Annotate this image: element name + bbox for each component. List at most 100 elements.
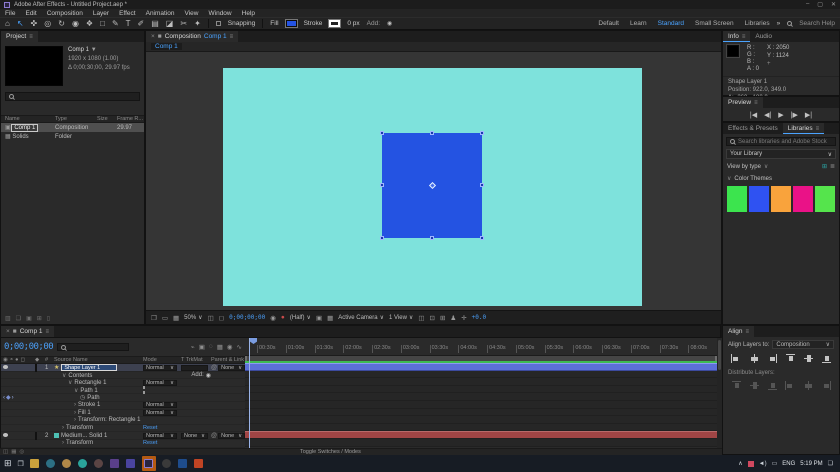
- selection-handle[interactable]: [480, 236, 484, 240]
- project-comp-name[interactable]: Comp 1: [68, 47, 89, 53]
- add-property-button-icon[interactable]: ◉: [206, 372, 211, 379]
- stroke-label[interactable]: Stroke: [304, 20, 323, 27]
- reset-link[interactable]: Reset: [143, 440, 181, 446]
- graph-editor-icon[interactable]: ∿: [237, 343, 242, 351]
- twirl-down-icon[interactable]: ∨: [62, 373, 66, 379]
- property-group-contents[interactable]: ∨Contents Add:◉: [1, 372, 245, 380]
- property-group-fill-1[interactable]: ›Fill 1 Normal∨: [1, 410, 245, 418]
- panel-menu-icon[interactable]: ≡: [230, 34, 234, 40]
- workspace-default[interactable]: Default: [598, 20, 619, 27]
- tab-audio[interactable]: Audio: [750, 31, 777, 42]
- selection-tool-icon[interactable]: ↖: [17, 20, 24, 28]
- clock[interactable]: 5:19 PM: [800, 461, 822, 467]
- zoom-tool-icon[interactable]: ◎: [44, 20, 51, 28]
- align-vertical-center-button[interactable]: [803, 354, 813, 363]
- type-tool-icon[interactable]: T: [126, 20, 131, 28]
- workspace-overflow-icon[interactable]: »: [777, 20, 781, 27]
- parent-dropdown[interactable]: None∨: [218, 365, 245, 371]
- language-indicator[interactable]: ENG: [782, 461, 795, 467]
- twirl-right-icon[interactable]: ›: [74, 417, 76, 423]
- distribute-left-button[interactable]: [785, 381, 795, 390]
- blend-mode-dropdown[interactable]: Normal∨: [143, 402, 177, 408]
- camera-dropdown[interactable]: Active Camera∨: [338, 314, 384, 321]
- menu-layer[interactable]: Layer: [93, 10, 109, 17]
- tab-effects-presets[interactable]: Effects & Presets: [723, 123, 783, 134]
- viewer-timecode[interactable]: 0;00;00;00: [229, 314, 265, 321]
- selection-handle[interactable]: [480, 183, 484, 187]
- close-tab-icon[interactable]: ×: [151, 33, 155, 40]
- column-name[interactable]: Name: [5, 116, 55, 122]
- property-group-stroke-1[interactable]: ›Stroke 1 Normal∨: [1, 402, 245, 410]
- add-shape-button-icon[interactable]: ◉: [387, 21, 392, 27]
- prev-keyframe-icon[interactable]: ‹: [3, 395, 5, 401]
- twirl-down-icon[interactable]: ∨: [74, 388, 78, 394]
- grid-view-icon[interactable]: ⊞: [822, 163, 827, 170]
- taskbar-app-10[interactable]: [178, 459, 188, 469]
- column-type[interactable]: Type: [55, 116, 97, 122]
- clone-stamp-tool-icon[interactable]: ▤: [151, 20, 159, 28]
- tab-info[interactable]: Info ≡: [723, 31, 750, 42]
- menu-effect[interactable]: Effect: [119, 10, 136, 17]
- play-button[interactable]: ▶: [778, 111, 783, 119]
- project-row-comp1[interactable]: ▣ Comp 1 Composition 29.97: [1, 123, 144, 132]
- zoom-dropdown[interactable]: 50%∨: [184, 314, 202, 321]
- new-composition-icon[interactable]: ▣: [26, 315, 32, 322]
- twirl-right-icon[interactable]: ›: [74, 402, 76, 408]
- tray-app-icon[interactable]: [748, 461, 754, 467]
- draft-3d-icon[interactable]: ▣: [199, 343, 205, 351]
- resolution-dropdown[interactable]: (Half)∨: [290, 314, 311, 321]
- breadcrumb[interactable]: Comp 1: [151, 43, 182, 50]
- twirl-right-icon[interactable]: ›: [62, 440, 64, 446]
- align-bottom-button[interactable]: [821, 354, 831, 363]
- home-tool-icon[interactable]: ⌂: [5, 20, 10, 28]
- twirl-down-icon[interactable]: ∨: [68, 380, 72, 386]
- interpret-footage-icon[interactable]: ▥: [5, 315, 11, 322]
- new-folder-icon[interactable]: ❑: [16, 315, 21, 322]
- region-of-interest-icon[interactable]: ▣: [316, 314, 322, 322]
- pixel-aspect-icon[interactable]: ◫: [418, 314, 424, 322]
- panel-menu-icon[interactable]: ≡: [754, 100, 758, 106]
- previous-frame-button[interactable]: ◀|: [764, 111, 771, 119]
- panel-menu-icon[interactable]: ≡: [46, 329, 50, 335]
- column-mode[interactable]: Mode: [143, 357, 181, 363]
- hide-shy-layers-icon[interactable]: ◌: [209, 343, 213, 351]
- property-group-path-1[interactable]: ∨Path 1: [1, 387, 245, 395]
- pickwhip-icon[interactable]: @: [211, 433, 217, 439]
- color-swatch-2[interactable]: [749, 186, 769, 212]
- pickwhip-icon[interactable]: @: [211, 365, 217, 371]
- property-group-transform-rectangle[interactable]: ›Transform: Rectangle 1: [1, 417, 245, 425]
- roto-brush-tool-icon[interactable]: ✂: [180, 20, 187, 28]
- layer-bar-solid-1[interactable]: [245, 431, 717, 439]
- always-preview-icon[interactable]: ❐: [151, 314, 157, 322]
- panel-menu-icon[interactable]: ≡: [29, 34, 33, 40]
- tab-timeline-comp1[interactable]: × ■ Comp 1 ≡: [1, 326, 54, 337]
- property-group-rectangle-1[interactable]: ∨Rectangle 1 Normal∨: [1, 379, 245, 387]
- view-layout-dropdown[interactable]: 1 View∨: [389, 314, 413, 321]
- align-left-button[interactable]: [731, 354, 741, 363]
- snapping-checkbox[interactable]: [216, 21, 221, 26]
- magnification-icon[interactable]: ▭: [162, 314, 168, 322]
- taskbar-app-6[interactable]: [110, 459, 120, 469]
- menu-window[interactable]: Window: [209, 10, 232, 17]
- hand-tool-icon[interactable]: ✜: [31, 20, 38, 28]
- taskbar-app-2[interactable]: [46, 459, 56, 469]
- snapshot-icon[interactable]: ◉: [270, 314, 276, 322]
- tab-align[interactable]: Align ≡: [723, 326, 754, 337]
- tab-project[interactable]: Project ≡: [1, 31, 38, 42]
- minimize-button[interactable]: –: [806, 1, 809, 8]
- close-tab-icon[interactable]: ×: [6, 328, 10, 335]
- workspace-libraries[interactable]: Libraries: [745, 20, 770, 27]
- comp-canvas[interactable]: [223, 68, 642, 306]
- selection-handle[interactable]: [380, 131, 384, 135]
- puppet-tool-icon[interactable]: ✦: [194, 20, 201, 28]
- task-view-icon[interactable]: ❒: [18, 460, 24, 468]
- taskbar-app-3[interactable]: [62, 459, 72, 469]
- show-channel-icon[interactable]: ●: [281, 314, 285, 321]
- menu-view[interactable]: View: [185, 10, 199, 17]
- notification-center-icon[interactable]: ❏: [828, 460, 833, 467]
- help-search-field[interactable]: Search Help: [799, 20, 835, 27]
- project-search-input[interactable]: [5, 92, 140, 101]
- menu-help[interactable]: Help: [242, 10, 255, 17]
- tray-chevron-icon[interactable]: ∧: [738, 460, 742, 467]
- layer-label-color[interactable]: [35, 432, 37, 440]
